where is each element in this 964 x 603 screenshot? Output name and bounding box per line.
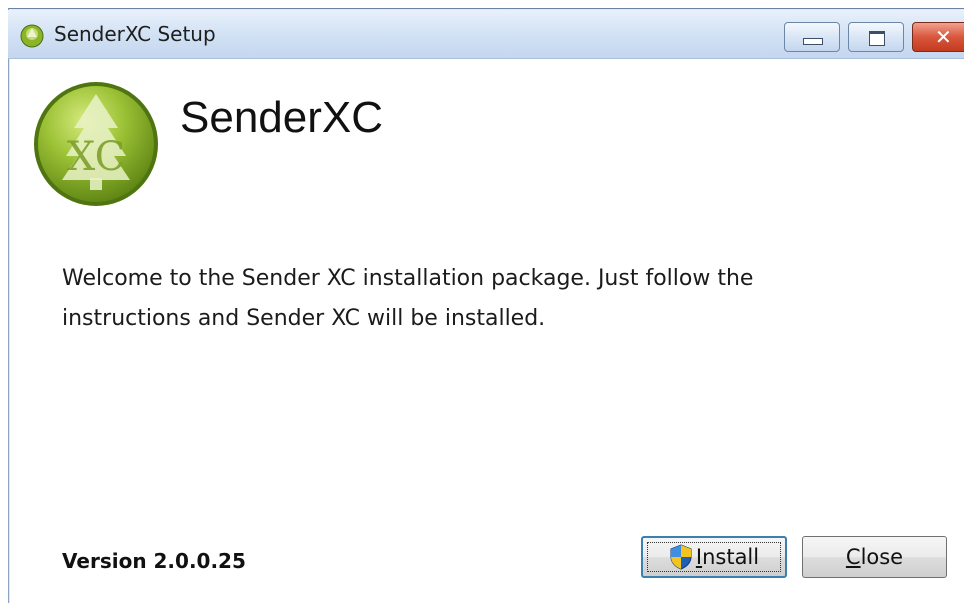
close-window-button[interactable]: ✕ <box>912 22 964 52</box>
app-title-icon <box>20 24 44 48</box>
minimize-icon <box>803 38 823 45</box>
welcome-message: Welcome to the Sender XC installation pa… <box>62 266 754 331</box>
version-label: Version 2.0.0.25 <box>62 549 246 573</box>
install-button[interactable]: Install <box>641 536 787 578</box>
minimize-button[interactable] <box>784 22 840 52</box>
setup-window: SenderXC Setup ✕ XC SenderXC Welcome to … <box>0 0 964 603</box>
close-icon: ✕ <box>935 25 952 49</box>
maximize-button[interactable] <box>848 22 904 52</box>
top-strip <box>0 0 964 8</box>
close-button[interactable]: Close <box>802 536 947 578</box>
app-name-heading: SenderXC <box>180 93 384 142</box>
senderxc-logo: XC <box>34 82 158 206</box>
close-mnemonic: C <box>845 545 861 569</box>
focus-rectangle <box>647 542 781 572</box>
close-label: lose <box>860 545 904 569</box>
window-title: SenderXC Setup <box>54 22 216 46</box>
maximize-icon <box>869 31 885 46</box>
logo-text: XC <box>67 134 125 180</box>
title-bar[interactable]: SenderXC Setup ✕ <box>8 10 964 59</box>
